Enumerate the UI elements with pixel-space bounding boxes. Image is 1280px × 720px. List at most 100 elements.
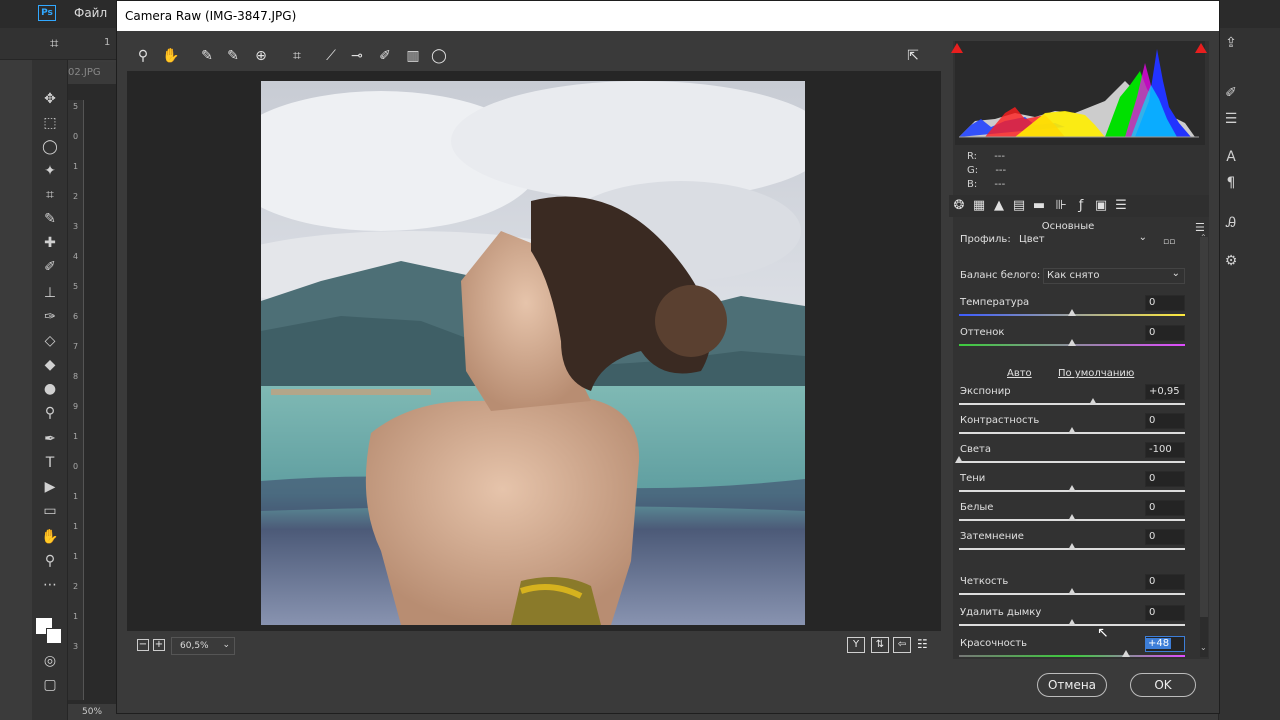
hand-icon[interactable]: ✋	[161, 47, 181, 65]
tab-split-toning-icon[interactable]: ▬	[1031, 198, 1047, 214]
marquee-tool-icon[interactable]: ⬚	[41, 114, 59, 132]
tab-effects-icon[interactable]: ƒ	[1073, 198, 1089, 214]
rectangle-tool-icon[interactable]: ▭	[41, 502, 59, 520]
copy-settings-icon[interactable]: ⇦	[893, 637, 911, 653]
slider-value-input[interactable]: 0	[1145, 574, 1185, 590]
lasso-tool-icon[interactable]: ◯	[41, 138, 59, 156]
zoom-tool-icon[interactable]: ⚲	[41, 552, 59, 570]
background-color-swatch[interactable]	[46, 628, 62, 644]
eraser-tool-icon[interactable]: ◇	[41, 332, 59, 350]
cancel-button[interactable]: Отмена	[1037, 673, 1107, 697]
preview-settings-icon[interactable]: ☷	[917, 637, 928, 651]
panel-scrollbar-thumb[interactable]	[1200, 237, 1208, 617]
slider-thumb[interactable]	[1068, 514, 1076, 521]
graduated-filter-icon[interactable]: ▥	[403, 47, 423, 65]
auto-link[interactable]: Авто	[1007, 368, 1032, 379]
slider-value-input[interactable]: 0	[1145, 325, 1185, 341]
slider-thumb[interactable]	[1089, 398, 1098, 405]
before-after-toggle-icon[interactable]: Y	[847, 637, 865, 653]
adjustment-brush-icon[interactable]: ✐	[375, 47, 395, 65]
slider-value-input[interactable]: -100	[1145, 442, 1185, 458]
quick-mask-icon[interactable]: ◎	[41, 652, 59, 670]
eyedropper-icon[interactable]: ✎	[41, 210, 59, 228]
slider-thumb[interactable]	[1122, 650, 1131, 657]
white-balance-dropdown[interactable]: Как снято ⌄	[1043, 268, 1185, 284]
move-tool-icon[interactable]: ✥	[41, 90, 59, 108]
camera-raw-dialog: Camera Raw (IMG-3847.JPG) ⚲ ✋ ✎ ✎ ⊕ ⌗ ⟋ …	[116, 0, 1220, 714]
share-icon[interactable]: ⇪	[1222, 34, 1240, 52]
slider-thumb[interactable]	[1068, 543, 1076, 550]
tab-presets-icon[interactable]: ☰	[1113, 198, 1129, 214]
libraries-icon[interactable]: ⚙	[1222, 252, 1240, 270]
slider-value-input[interactable]: 0	[1145, 500, 1185, 516]
slider-value-input[interactable]: 0	[1145, 413, 1185, 429]
slider-value-input[interactable]: +0,95	[1145, 384, 1185, 400]
magic-wand-icon[interactable]: ✦	[41, 162, 59, 180]
ok-button[interactable]: OK	[1130, 673, 1196, 697]
scroll-down-icon[interactable]: ⌄	[1200, 643, 1207, 652]
slider-value-input[interactable]: 0	[1145, 605, 1185, 621]
zoom-icon[interactable]: ⚲	[133, 47, 153, 65]
slider-thumb[interactable]	[1068, 339, 1076, 346]
history-brush-icon[interactable]: ✑	[41, 308, 59, 326]
paragraph-icon[interactable]: ¶	[1222, 174, 1240, 192]
brush-tool-icon[interactable]: ✐	[41, 258, 59, 276]
targeted-adjust-icon[interactable]: ⊕	[251, 47, 271, 65]
ruler-mark: 8	[72, 372, 79, 381]
tab-calibration-icon[interactable]: ▣	[1093, 198, 1109, 214]
tab-hsl-icon[interactable]: ▤	[1011, 198, 1027, 214]
type-tool-icon[interactable]: T	[41, 454, 59, 472]
crop-icon[interactable]: ⌗	[50, 34, 58, 52]
slider-thumb[interactable]	[1068, 427, 1076, 434]
slider-track[interactable]	[959, 655, 1185, 657]
color-sampler-icon[interactable]: ✎	[223, 47, 243, 65]
swap-settings-icon[interactable]: ⇅	[871, 637, 889, 653]
scroll-up-icon[interactable]: ⌃	[1200, 233, 1207, 242]
screen-mode-icon[interactable]: ▢	[41, 676, 59, 694]
crop-icon[interactable]: ⌗	[287, 47, 307, 65]
slider-thumb[interactable]	[1068, 619, 1076, 626]
paint-bucket-icon[interactable]: ◆	[41, 356, 59, 374]
slider-track[interactable]	[959, 403, 1185, 405]
blur-tool-icon[interactable]: ●	[41, 380, 59, 398]
dodge-tool-icon[interactable]: ⚲	[41, 404, 59, 422]
healing-brush-icon[interactable]: ✚	[41, 234, 59, 252]
zoom-in-button[interactable]: +	[153, 639, 165, 651]
document-tab[interactable]: 02.JPG	[68, 62, 118, 84]
slider-value-input[interactable]: +48	[1145, 636, 1185, 652]
zoom-out-button[interactable]: −	[137, 639, 149, 651]
menu-file[interactable]: Файл	[74, 6, 107, 20]
fullscreen-icon[interactable]: ⇱	[903, 47, 923, 65]
default-link[interactable]: По умолчанию	[1058, 368, 1134, 379]
slider-value-input[interactable]: 0	[1145, 529, 1185, 545]
tab-detail-icon[interactable]: ▲	[991, 198, 1007, 214]
straighten-icon[interactable]: ⟋	[321, 47, 341, 65]
crop-tool-icon[interactable]: ⌗	[41, 186, 59, 204]
spot-removal-icon[interactable]: ⊸	[347, 47, 367, 65]
hand-tool-icon[interactable]: ✋	[41, 528, 59, 546]
brush-settings-icon[interactable]: ✐	[1222, 84, 1240, 102]
slider-value-input[interactable]: 0	[1145, 471, 1185, 487]
radial-filter-icon[interactable]: ◯	[429, 47, 449, 65]
slider-thumb[interactable]	[1068, 485, 1076, 492]
slider-value-input[interactable]: 0	[1145, 295, 1185, 311]
slider-thumb[interactable]	[1068, 588, 1076, 595]
pen-tool-icon[interactable]: ✒	[41, 430, 59, 448]
slider-thumb[interactable]	[955, 456, 963, 463]
tab-tone-curve-icon[interactable]: ▦	[971, 198, 987, 214]
slider-track[interactable]	[959, 461, 1185, 463]
white-balance-icon[interactable]: ✎	[197, 47, 217, 65]
profile-dropdown[interactable]: Цвет ⌄	[1019, 232, 1151, 250]
stamp-tool-icon[interactable]: ⊥	[41, 284, 59, 302]
tab-lens-icon[interactable]: ⊪	[1053, 198, 1069, 214]
tab-basic-icon[interactable]: ❂	[951, 198, 967, 214]
more-tools-icon[interactable]: ⋯	[41, 576, 59, 594]
glyphs-icon[interactable]: Ꭿ	[1222, 214, 1240, 232]
profile-browser-icon[interactable]: ▫▫	[1163, 237, 1175, 247]
zoom-level-select[interactable]: 60,5% ⌄	[171, 637, 235, 655]
character-icon[interactable]: A	[1222, 148, 1240, 166]
adjustments-icon[interactable]: ☰	[1222, 110, 1240, 128]
path-select-icon[interactable]: ▶	[41, 478, 59, 496]
slider-thumb[interactable]	[1068, 309, 1076, 316]
ps-logo[interactable]: Ps	[38, 5, 56, 21]
